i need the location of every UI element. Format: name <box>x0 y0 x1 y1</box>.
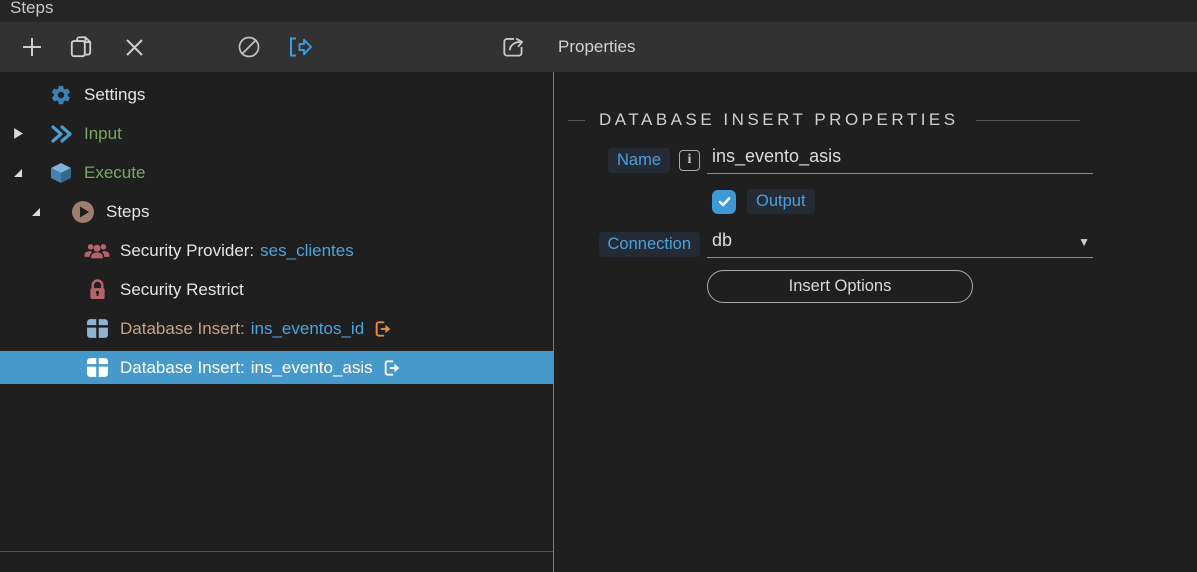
heading-right-line <box>975 119 1080 121</box>
output-label: Output <box>747 189 815 214</box>
window-title: Steps <box>10 0 54 17</box>
insert-options-row: Insert Options <box>568 270 1093 303</box>
expander-collapsed-icon[interactable] <box>8 127 28 140</box>
connection-field-row: Connection db ▼ <box>568 230 1093 258</box>
heading-left-line <box>568 119 585 121</box>
table-icon <box>84 357 110 378</box>
tree-item-label: Security Restrict <box>120 279 244 299</box>
steps-tree-panel: Settings Input Execute Steps Security Pr… <box>0 72 554 572</box>
tree-item-label: Security Provider: <box>120 240 255 260</box>
toolbar: Properties <box>0 22 1197 72</box>
table-icon <box>84 318 110 339</box>
connection-value: db <box>712 230 733 250</box>
tree-item-label: Execute <box>84 162 146 182</box>
insert-options-button[interactable]: Insert Options <box>707 270 973 303</box>
output-checkbox[interactable] <box>712 189 736 214</box>
tree: Settings Input Execute Steps Security Pr… <box>0 72 553 552</box>
expander-expanded-icon[interactable] <box>26 206 46 218</box>
cube-icon <box>48 161 74 185</box>
app-window: Steps Properties Settings Input Execute … <box>0 0 1197 572</box>
disable-button[interactable] <box>232 22 266 72</box>
tree-item-settings[interactable]: Settings <box>0 75 553 114</box>
tree-item-steps[interactable]: Steps <box>0 192 553 231</box>
chevron-down-icon[interactable]: ▼ <box>1078 235 1090 249</box>
check-icon <box>718 197 730 207</box>
lock-icon <box>84 278 110 301</box>
connection-label: Connection <box>598 231 700 257</box>
tree-item-link[interactable]: ins_evento_asis <box>251 358 373 378</box>
double-chevron-icon <box>48 124 74 144</box>
window-titlebar: Steps <box>0 0 1197 22</box>
users-icon <box>84 240 110 262</box>
add-icon <box>23 38 41 56</box>
close-icon <box>125 38 143 56</box>
tree-item-security-provider[interactable]: Security Provider: ses_clientes <box>0 231 553 270</box>
play-icon <box>70 200 96 224</box>
tree-item-execute[interactable]: Execute <box>0 153 553 192</box>
heading-text: DATABASE INSERT PROPERTIES <box>599 110 959 129</box>
share-button[interactable] <box>497 22 531 72</box>
tree-item-database-insert-ins-evento-asis[interactable]: Database Insert: ins_evento_asis <box>0 348 553 387</box>
disable-icon <box>238 36 260 58</box>
tree-item-label: Input <box>84 123 122 143</box>
tree-item-label: Settings <box>84 84 146 104</box>
tree-item-label: Steps <box>106 201 150 221</box>
name-field-row: Name i ins_evento_asis <box>568 146 1093 174</box>
name-input[interactable]: ins_evento_asis <box>707 146 1093 174</box>
exit-icon <box>381 358 402 378</box>
output-row: Output <box>568 189 1093 214</box>
info-icon[interactable]: i <box>679 149 700 171</box>
copy-icon <box>70 36 92 58</box>
gear-icon <box>48 84 74 106</box>
tree-item-link[interactable]: ins_eventos_id <box>251 319 364 339</box>
tree-item-label: Database Insert: <box>120 318 245 338</box>
tree-item-security-restrict[interactable]: Security Restrict <box>0 270 553 309</box>
name-label: Name <box>607 147 670 173</box>
delete-button[interactable] <box>117 22 151 72</box>
share-icon <box>503 37 523 57</box>
tree-item-link[interactable]: ses_clientes <box>260 241 354 261</box>
tree-item-input[interactable]: Input <box>0 114 553 153</box>
export-button[interactable] <box>283 22 317 72</box>
properties-panel: DATABASE INSERT PROPERTIES Name i ins_ev… <box>554 72 1197 572</box>
connection-dropdown[interactable]: db ▼ <box>707 230 1093 258</box>
expander-expanded-icon[interactable] <box>8 167 28 179</box>
tree-item-label: Database Insert: <box>120 357 245 377</box>
properties-panel-title: Properties <box>558 37 636 56</box>
properties-heading: DATABASE INSERT PROPERTIES <box>568 110 1093 130</box>
add-button[interactable] <box>15 22 49 72</box>
copy-button[interactable] <box>64 22 98 72</box>
tree-item-database-insert-ins-eventos-id[interactable]: Database Insert: ins_eventos_id <box>0 309 553 348</box>
exit-icon <box>372 319 393 339</box>
tree-panel-footer <box>0 552 553 572</box>
export-icon <box>289 37 312 57</box>
